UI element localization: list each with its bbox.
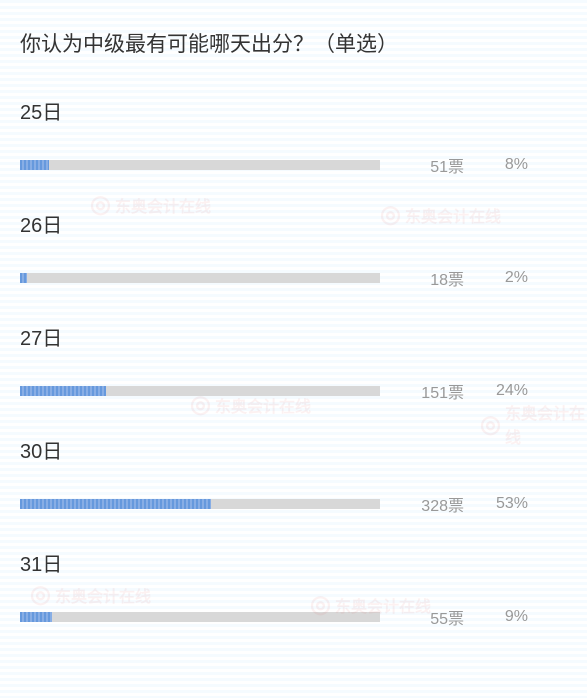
option-label: 26日 xyxy=(20,209,567,238)
poll-item: 27日 151票 24% xyxy=(20,322,567,403)
bar-fill xyxy=(20,273,27,283)
bar-row: 18票 2% xyxy=(20,266,567,290)
option-label: 31日 xyxy=(20,548,567,577)
bar-fill xyxy=(20,612,52,622)
option-label: 25日 xyxy=(20,96,567,125)
poll-item: 31日 55票 9% xyxy=(20,548,567,629)
vote-percent: 24% xyxy=(488,382,528,400)
poll-title: 你认为中级最有可能哪天出分？（单选） xyxy=(20,28,567,58)
bar-track xyxy=(20,499,380,509)
poll-container: 25日 51票 8% 26日 18票 2% 27日 151票 24% 30日 xyxy=(20,96,567,629)
vote-percent: 2% xyxy=(488,269,528,287)
bar-row: 51票 8% xyxy=(20,153,567,177)
vote-count: 328票 xyxy=(404,492,464,516)
bar-track xyxy=(20,612,380,622)
vote-percent: 8% xyxy=(488,156,528,174)
bar-track xyxy=(20,386,380,396)
vote-count: 18票 xyxy=(404,266,464,290)
bar-fill xyxy=(20,386,106,396)
bar-fill xyxy=(20,160,49,170)
vote-percent: 53% xyxy=(488,495,528,513)
poll-item: 26日 18票 2% xyxy=(20,209,567,290)
bar-track xyxy=(20,273,380,283)
vote-count: 51票 xyxy=(404,153,464,177)
bar-row: 55票 9% xyxy=(20,605,567,629)
option-label: 30日 xyxy=(20,435,567,464)
poll-item: 25日 51票 8% xyxy=(20,96,567,177)
vote-count: 55票 xyxy=(404,605,464,629)
bar-fill xyxy=(20,499,211,509)
option-label: 27日 xyxy=(20,322,567,351)
poll-item: 30日 328票 53% xyxy=(20,435,567,516)
vote-count: 151票 xyxy=(404,379,464,403)
bar-row: 328票 53% xyxy=(20,492,567,516)
bar-track xyxy=(20,160,380,170)
bar-row: 151票 24% xyxy=(20,379,567,403)
vote-percent: 9% xyxy=(488,608,528,626)
